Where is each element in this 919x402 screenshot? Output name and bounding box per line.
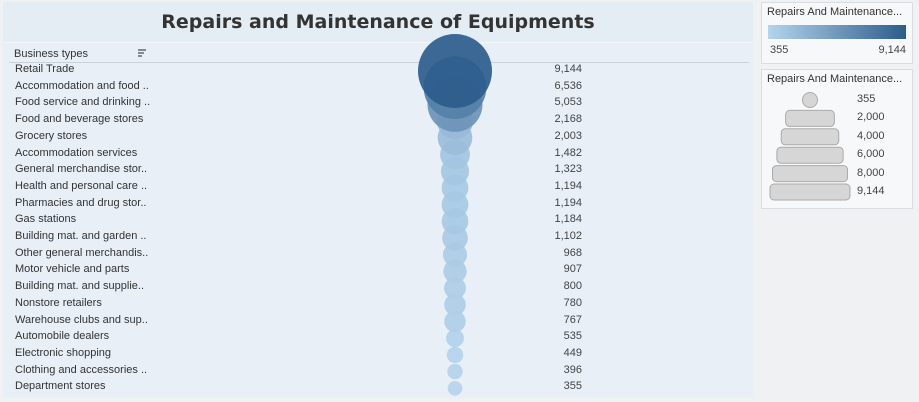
size-legend: Repairs And Maintenance... 355 2,000 4,000…	[761, 69, 913, 209]
data-label: 780	[563, 296, 582, 309]
row-label: Accommodation services	[15, 146, 138, 159]
row-label: Clothing and accessories ..	[15, 363, 148, 376]
row-label: Warehouse clubs and sup..	[15, 313, 148, 326]
size-legend-label: 355	[857, 93, 876, 105]
data-label: 907	[563, 263, 582, 276]
data-label: 9,144	[554, 63, 582, 75]
data-label: 355	[563, 380, 582, 393]
size-legend-label: 8,000	[857, 166, 885, 179]
chart-panel: Repairs and Maintenance of Equipments Bu…	[3, 2, 753, 398]
size-legend-label: 2,000	[857, 111, 885, 124]
size-legend-mark	[776, 146, 844, 164]
data-label: 6,536	[554, 79, 582, 92]
color-legend: Repairs And Maintenance... 355 9,144	[761, 2, 913, 64]
color-legend-min: 355	[770, 44, 789, 56]
data-label: 5,053	[554, 96, 582, 109]
row-label: Electronic shopping	[15, 346, 112, 359]
data-label: 1,194	[554, 179, 582, 192]
data-label: 1,184	[554, 213, 582, 226]
row-label: Department stores	[15, 380, 106, 393]
color-ramp	[768, 25, 906, 39]
data-label: 396	[563, 363, 582, 376]
row-label: Food and beverage stores	[15, 113, 144, 126]
data-label: 1,194	[554, 196, 582, 209]
size-legend-mark	[769, 183, 851, 201]
size-legend-mark	[802, 92, 818, 108]
data-label: 1,323	[554, 163, 582, 176]
data-label: 2,168	[554, 113, 582, 126]
color-legend-title: Repairs And Maintenance...	[767, 6, 903, 18]
size-legend-label: 9,144	[857, 185, 885, 197]
row-label: Building mat. and supplie..	[15, 280, 145, 293]
row-label: Nonstore retailers	[15, 296, 102, 309]
row-label: Retail Trade	[15, 63, 75, 75]
size-legend-mark	[785, 109, 835, 127]
data-label: 800	[563, 280, 582, 293]
row-label: General merchandise stor..	[15, 163, 148, 176]
data-label: 535	[563, 330, 582, 343]
row-label: Health and personal care ..	[15, 179, 148, 192]
row-label: Food service and drinking ..	[15, 96, 151, 109]
data-label: 767	[563, 313, 582, 326]
data-label: 2,003	[554, 129, 582, 142]
row-label: Accommodation and food ..	[15, 79, 149, 92]
bubble-mark[interactable]	[418, 34, 492, 108]
data-label: 1,482	[554, 146, 582, 159]
data-label: 449	[563, 346, 582, 359]
row-label: Other general merchandis..	[15, 246, 149, 259]
row-label: Gas stations	[15, 213, 77, 226]
row-label: Grocery stores	[15, 129, 88, 142]
row-label: Motor vehicle and parts	[15, 263, 130, 276]
color-legend-max: 9,144	[878, 44, 906, 56]
size-legend-mark	[772, 165, 848, 183]
size-legend-mark	[780, 128, 840, 146]
size-legend-label: 4,000	[857, 129, 885, 142]
row-label: Pharmacies and drug stor..	[15, 196, 147, 209]
bubble-mark[interactable]	[447, 381, 463, 396]
data-label: 1,102	[554, 230, 582, 242]
size-legend-label: 6,000	[857, 148, 885, 161]
data-label: 968	[563, 246, 582, 259]
bubble-mark[interactable]	[447, 363, 463, 380]
size-legend-shapes	[769, 92, 851, 201]
bubble-mark[interactable]	[446, 346, 464, 364]
row-label: Building mat. and garden ..	[15, 230, 147, 242]
row-label: Automobile dealers	[15, 330, 110, 343]
